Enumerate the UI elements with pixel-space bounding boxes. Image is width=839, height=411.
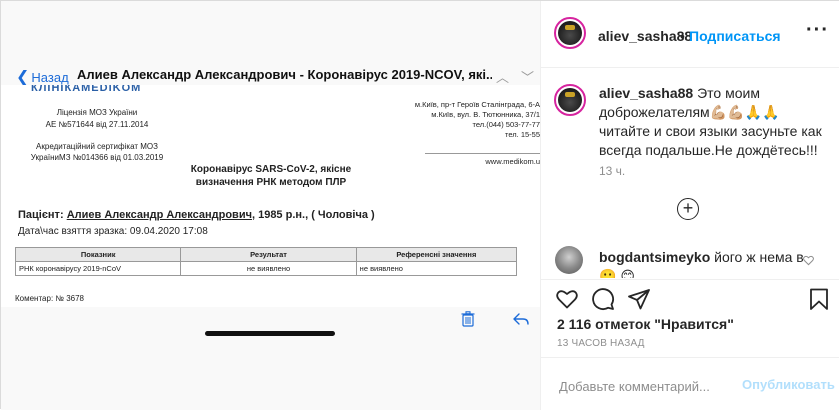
patient-info: Пацієнт: Алиев Александр Александрович, … (18, 209, 375, 221)
mail-subject: Алиев Александр Александрович - Коронаві… (77, 67, 492, 82)
heading-line: Коронавірус SARS-CoV-2, якісне (190, 164, 352, 175)
comment-icon[interactable] (591, 287, 615, 311)
home-indicator (205, 331, 335, 336)
patient-name: Алиев Александр Александрович (66, 209, 252, 221)
post-timestamp[interactable]: 13 ЧАСОВ НАЗАД (557, 338, 645, 349)
chevron-down-icon: ﹀ (521, 70, 535, 85)
post-sidebar: aliev_sasha88 • Подписаться ··· aliev_sa… (540, 1, 839, 410)
share-icon[interactable] (627, 287, 651, 311)
address-line: м.Київ, вул. В. Тютюнника, 37/1 (431, 110, 540, 119)
avatar-image (558, 21, 582, 45)
lab-report-document: КЛІНІКАMEDIKOM Ліцензія МОЗ України АЕ №… (1, 85, 540, 307)
trash-icon (461, 311, 475, 327)
heart-icon[interactable] (803, 255, 814, 266)
table-row: РНК коронавірусу 2019-nCoV не виявлено н… (14, 261, 518, 276)
chevron-up-icon: ︿ (496, 70, 510, 85)
caption-username[interactable]: aliev_sasha88 (599, 85, 693, 101)
post-image[interactable]: ❮ Назад Алиев Александр Александрович - К… (1, 1, 540, 410)
table-header-row: Показник Результат Референсні значення (14, 247, 518, 262)
reply-icon (513, 313, 529, 325)
comment-item: bogdantsimeyko його ж нема в 🙂 😊 (599, 248, 809, 278)
address-line: м.Київ, пр-т Героїв Сталінграда, 6-А (414, 100, 540, 109)
license-info: Ліцензія МОЗ України АЕ №571644 від 27.1… (17, 107, 177, 131)
likes-count[interactable]: 2 116 отметок "Нравится" (557, 316, 734, 332)
post-header: aliev_sasha88 • Подписаться ··· (541, 1, 839, 68)
comment-username[interactable]: bogdantsimeyko (599, 249, 710, 265)
caption-avatar[interactable] (554, 84, 586, 116)
license-line: АЕ №571644 від 27.11.2014 (45, 120, 149, 129)
follow-button[interactable]: Подписаться (689, 28, 781, 44)
clinic-website: www.medikom.u (485, 157, 540, 166)
column-header: Референсні значення (355, 247, 518, 262)
address-line: тел.(044) 503-77-77 (472, 120, 540, 129)
license-line: Ліцензія МОЗ України (56, 108, 138, 117)
clinic-logo: КЛІНІКАMEDIKOM (31, 85, 142, 94)
patient-details: , 1985 р.н., ( Чоловіча ) (251, 209, 375, 221)
heading-line: визначення РНК методом ПЛР (195, 177, 347, 188)
back-label: Назад (31, 70, 69, 85)
back-button: ❮ Назад (16, 67, 69, 87)
instagram-post-modal: ❮ Назад Алиев Александр Александрович - К… (0, 0, 839, 410)
add-comment-bar: Опубликовать (541, 357, 839, 411)
table-cell: РНК коронавірусу 2019-nCoV (14, 261, 182, 276)
caption-timestamp: 13 ч. (599, 164, 626, 178)
table-cell: не виявлено (355, 261, 518, 276)
comments-area[interactable]: aliev_sasha88 Это моим доброжелателям💪🏼💪… (541, 68, 839, 278)
address-line: тел. 15-55 (505, 130, 540, 139)
username-link[interactable]: aliev_sasha88 (598, 28, 692, 44)
certificate-info: Акредитаційний сертифікат МОЗ УкраїниМЗ … (17, 141, 177, 163)
avatar[interactable] (554, 17, 586, 49)
report-heading: Коронавірус SARS-CoV-2, якісне визначенн… (161, 163, 381, 189)
results-table: Показник Результат Референсні значення Р… (14, 247, 518, 276)
patient-label: Пацієнт: (18, 209, 64, 221)
publish-button[interactable]: Опубликовать (742, 377, 835, 392)
caption: aliev_sasha88 Это моим доброжелателям💪🏼💪… (599, 84, 824, 160)
column-header: Показник (14, 247, 182, 262)
comment-avatar[interactable] (555, 246, 583, 274)
column-header: Результат (180, 247, 357, 262)
avatar-image (558, 88, 582, 112)
comment-input[interactable] (557, 375, 741, 397)
cert-line: Акредитаційний сертифікат МОЗ (36, 142, 158, 151)
chevron-left-icon: ❮ (16, 69, 30, 86)
table-cell: не виявлено (180, 261, 357, 276)
sample-date: Дата\час взяття зразка: 09.04.2020 17:08 (18, 226, 208, 237)
cert-line: УкраїниМЗ №014366 від 01.03.2019 (30, 153, 164, 162)
load-more-comments-button[interactable]: + (677, 198, 699, 220)
report-comment: Коментар: № 3678 (15, 294, 84, 303)
bookmark-icon[interactable] (807, 287, 831, 311)
more-options-icon[interactable]: ··· (806, 19, 829, 42)
action-bar (541, 279, 839, 320)
divider (425, 153, 540, 154)
clinic-address: м.Київ, пр-т Героїв Сталінграда, 6-А м.К… (371, 100, 540, 140)
heart-icon[interactable] (555, 287, 579, 311)
separator-dot: • (680, 28, 685, 44)
